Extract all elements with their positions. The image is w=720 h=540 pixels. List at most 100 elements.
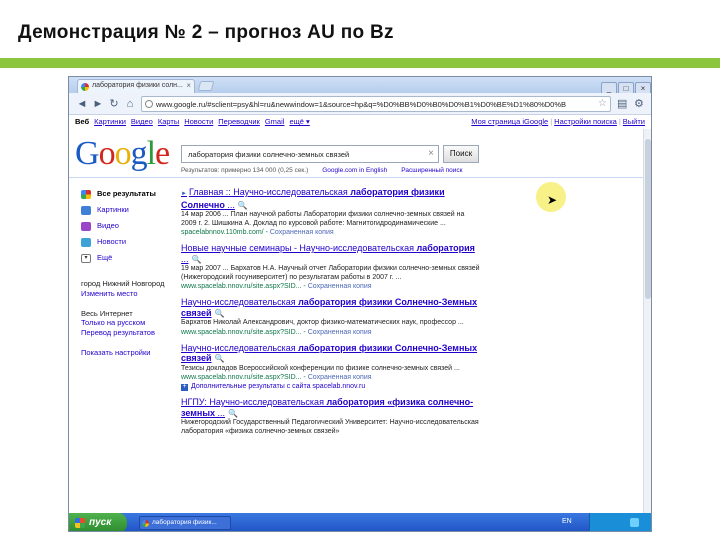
video-icon <box>81 222 91 231</box>
gbar-translate[interactable]: Переводчик <box>218 117 260 126</box>
change-location-link[interactable]: Изменить место <box>81 289 173 299</box>
cached-link[interactable]: Сохраненная копия <box>308 283 372 290</box>
google-favicon-icon <box>142 520 149 527</box>
back-arrow-icon[interactable]: ◄ <box>75 97 89 111</box>
address-url: www.google.ru/#sclient=psy&hl=ru&newwind… <box>156 100 567 109</box>
russian-only-link[interactable]: Только на русском <box>81 318 173 328</box>
result-title-link[interactable]: Научно-исследовательская лаборатория физ… <box>181 297 481 319</box>
windows-taskbar: пуск лаборатория физик... EN <box>69 513 651 531</box>
plus-icon: + <box>181 383 188 391</box>
search-result: ► Главная :: Научно-исследовательская лаб… <box>181 187 481 237</box>
advanced-search-link[interactable]: Расширенный поиск <box>401 167 462 174</box>
preview-magnifier-icon[interactable]: 🔍 <box>192 255 202 266</box>
results-count: Результатов: примерно 134 000 (0,25 сек.… <box>181 167 309 174</box>
clear-icon[interactable]: × <box>428 148 434 159</box>
gbar-igoogle[interactable]: Моя страница iGoogle <box>471 117 548 126</box>
gbar-maps[interactable]: Карты <box>158 117 179 126</box>
gbar-separator: | <box>550 117 553 126</box>
search-results: ► Главная :: Научно-исследовательская лаб… <box>181 187 481 442</box>
browser-tab[interactable]: лаборатория физики солн... × <box>77 79 195 93</box>
start-button[interactable]: пуск <box>69 513 127 531</box>
english-link[interactable]: Google.com in English <box>322 167 387 174</box>
taskbar-browser-item[interactable]: лаборатория физик... <box>139 516 231 530</box>
translate-results-link[interactable]: Перевод результатов <box>81 328 173 338</box>
sidebar-item-video[interactable]: Видео <box>81 221 173 237</box>
reload-icon[interactable]: ↻ <box>107 97 121 111</box>
tab-strip: лаборатория физики солн... × _ □ × <box>69 77 651 95</box>
gbar-separator: | <box>618 117 621 126</box>
show-options-link[interactable]: Показать настройки <box>81 348 173 358</box>
result-url: www.spacelab.nnov.ru/site.aspx?SID... - … <box>181 374 372 381</box>
sidebar-item-news[interactable]: Новости <box>81 237 173 253</box>
all-results-icon <box>81 190 91 199</box>
google-bar: Веб Картинки Видео Карты Новости Переводчик Gm… <box>69 115 651 129</box>
location-label: город Нижний Новгород <box>81 279 165 288</box>
scroll-thumb[interactable] <box>645 139 651 299</box>
cached-link[interactable]: Сохраненная копия <box>308 374 372 381</box>
more-site-results-link[interactable]: + Дополнительные результаты с сайта space… <box>181 382 481 391</box>
google-favicon-icon <box>81 83 89 91</box>
play-marker-icon: ► <box>181 191 187 197</box>
language-indicator[interactable]: EN <box>562 518 572 525</box>
search-query: лаборатория физики солнечно-земных связе… <box>188 150 350 159</box>
search-result: Научно-исследовательская лаборатория физ… <box>181 343 481 391</box>
browser-screenshot: лаборатория физики солн... × _ □ × ◄ ► ↻ ⌂… <box>68 76 652 532</box>
preview-magnifier-icon[interactable]: 🔍 <box>215 354 225 365</box>
google-logo[interactable]: Google <box>75 135 170 173</box>
sidebar-item-all[interactable]: Все результаты <box>81 189 173 205</box>
results-stats: Результатов: примерно 134 000 (0,25 сек.… <box>181 167 463 174</box>
mouse-pointer-icon: ➤ <box>547 193 558 207</box>
result-snippet: Тезисы докладов Всероссийской конференци… <box>181 364 460 372</box>
left-sidebar: Все результаты Картинки Видео Новости ▾ Е… <box>81 189 173 358</box>
page-menu-icon[interactable]: ▤ <box>617 97 627 110</box>
gbar-gmail[interactable]: Gmail <box>265 117 285 126</box>
result-url: spacelabnnov.110mb.com/ - Сохраненная ко… <box>181 229 334 236</box>
windows-flag-icon <box>75 518 85 528</box>
title-accent-bar <box>0 58 720 68</box>
gbar-news[interactable]: Новости <box>184 117 213 126</box>
result-snippet: Бархатов Николай Александрович, доктор ф… <box>181 319 464 326</box>
search-input[interactable]: лаборатория физики солнечно-земных связе… <box>181 145 439 163</box>
result-snippet: 14 мар 2006 ... План научной работы Лабо… <box>181 211 465 227</box>
more-icon: ▾ <box>81 254 91 263</box>
browser-toolbar: ◄ ► ↻ ⌂ www.google.ru/#sclient=psy&hl=ru… <box>69 93 651 115</box>
preview-magnifier-icon[interactable]: 🔍 <box>228 409 238 420</box>
slide-title: Демонстрация № 2 – прогноз AU по Bz <box>18 22 394 43</box>
tab-close-icon[interactable]: × <box>186 81 191 90</box>
new-tab-button[interactable] <box>197 81 215 91</box>
preview-magnifier-icon[interactable]: 🔍 <box>215 309 225 320</box>
result-url: www.spacelab.nnov.ru/site.aspx?SID... - … <box>181 328 372 336</box>
gbar-more[interactable]: ещё ▾ <box>289 117 309 126</box>
search-button[interactable]: Поиск <box>443 145 479 163</box>
result-title-link[interactable]: ► Главная :: Научно-исследовательская лаб… <box>181 187 481 211</box>
gbar-web[interactable]: Веб <box>75 117 89 126</box>
images-icon <box>81 206 91 215</box>
gbar-sign-out[interactable]: Выйти <box>623 117 645 126</box>
cached-link[interactable]: Сохраненная копия <box>270 229 334 236</box>
home-icon[interactable]: ⌂ <box>123 97 137 111</box>
forward-arrow-icon[interactable]: ► <box>91 97 105 111</box>
gbar-search-settings[interactable]: Настройки поиска <box>554 117 617 126</box>
header-divider <box>69 177 645 178</box>
cached-link[interactable]: Сохраненная копия <box>308 329 372 336</box>
search-result: Научно-исследовательская лаборатория физ… <box>181 297 481 337</box>
tray-app-icon[interactable] <box>630 518 639 527</box>
result-snippet: 19 мар 2007 ... Бархатов Н.А. Научный от… <box>181 265 480 281</box>
address-bar[interactable]: www.google.ru/#sclient=psy&hl=ru&newwind… <box>141 96 611 112</box>
web-scope-label[interactable]: Весь Интернет <box>81 309 173 319</box>
sidebar-item-more[interactable]: ▾ Ещё <box>81 253 173 269</box>
page-scrollbar[interactable] <box>643 129 651 513</box>
preview-magnifier-icon[interactable]: 🔍 <box>238 201 248 212</box>
globe-icon <box>145 100 153 108</box>
tab-title: лаборатория физики солн... <box>92 82 183 89</box>
result-title-link[interactable]: Новые научные семинары - Научно-исследов… <box>181 243 481 265</box>
gbar-video[interactable]: Видео <box>131 117 153 126</box>
sidebar-item-images[interactable]: Картинки <box>81 205 173 221</box>
search-result: НГПУ: Научно-исследовательская лаборатор… <box>181 397 481 436</box>
wrench-icon[interactable]: ⚙ <box>634 97 644 110</box>
gbar-images[interactable]: Картинки <box>94 117 126 126</box>
result-title-link[interactable]: НГПУ: Научно-исследовательская лаборатор… <box>181 397 481 419</box>
result-title-link[interactable]: Научно-исследовательская лаборатория физ… <box>181 343 481 365</box>
bookmark-star-icon[interactable]: ☆ <box>598 98 607 109</box>
system-tray: EN <box>562 513 651 531</box>
